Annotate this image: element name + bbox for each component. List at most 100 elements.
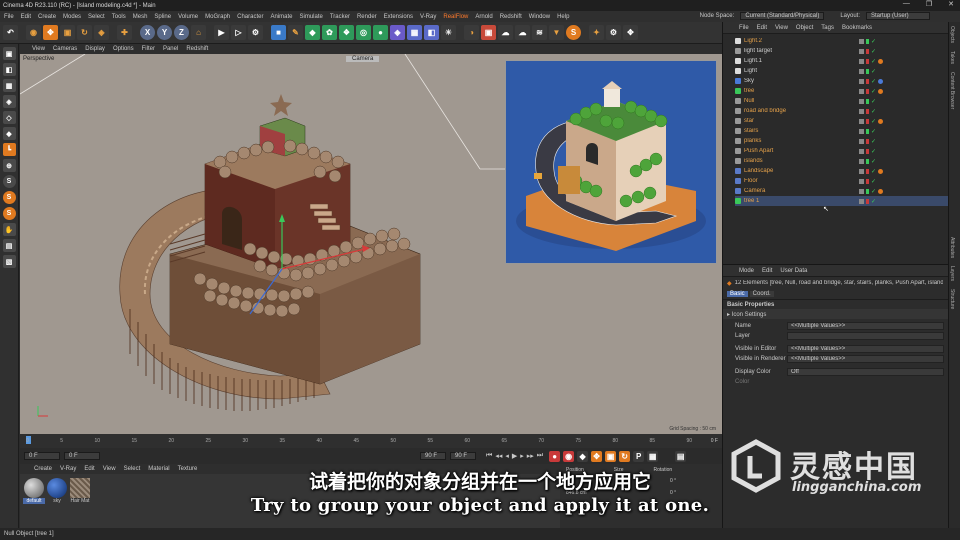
menu-vray[interactable]: V-Ray: [420, 14, 436, 20]
menu-window[interactable]: Window: [529, 14, 550, 20]
rotate-icon[interactable]: ↻: [77, 25, 92, 40]
play-icon[interactable]: ▶: [512, 452, 517, 460]
layer-toggle-icon[interactable]: [859, 58, 864, 64]
close-icon[interactable]: ✕: [948, 0, 954, 8]
object-name[interactable]: Light.2: [744, 38, 844, 44]
menu-select[interactable]: Select: [88, 14, 105, 20]
visibility-dots-icon[interactable]: [866, 188, 869, 194]
prev-frame-icon[interactable]: ◂: [505, 452, 509, 460]
object-row[interactable]: tree ✓: [735, 86, 948, 96]
object-name[interactable]: stairs: [744, 128, 844, 134]
om-menu-edit[interactable]: Edit: [757, 25, 767, 31]
menu-volume[interactable]: Volume: [178, 14, 198, 20]
vp-menu-view[interactable]: View: [32, 46, 45, 52]
menu-character[interactable]: Character: [237, 14, 263, 20]
visibility-dots-icon[interactable]: [866, 178, 869, 184]
world-icon[interactable]: ⌂: [191, 25, 206, 40]
axis-x-icon[interactable]: X: [140, 25, 155, 40]
mograph-icon[interactable]: ❖: [339, 25, 354, 40]
next-key-icon[interactable]: ▸▸: [527, 452, 534, 460]
display-color-dropdown[interactable]: Off: [787, 368, 944, 376]
snap-icon[interactable]: ⊕: [2, 159, 16, 172]
coordinate-icon[interactable]: ✚: [117, 25, 132, 40]
redshift-icon[interactable]: S: [566, 25, 581, 40]
visibility-dots-icon[interactable]: [866, 148, 869, 154]
om-menu-file[interactable]: File: [739, 25, 749, 31]
object-row[interactable]: Light.2 ✓: [735, 36, 948, 46]
current-frame-field[interactable]: 0 F: [24, 452, 60, 460]
timeline-layout-icon[interactable]: ▤: [675, 450, 687, 462]
object-name[interactable]: light target: [744, 48, 844, 54]
texture-mode-icon[interactable]: ▦: [2, 79, 16, 92]
layout-dropdown[interactable]: Startup (User): [866, 12, 930, 20]
enabled-check-icon[interactable]: ✓: [871, 168, 876, 175]
goto-start-icon[interactable]: ⏮: [486, 452, 492, 460]
preview-end-field[interactable]: 90 F: [450, 452, 476, 460]
visibility-dots-icon[interactable]: [866, 58, 869, 64]
layer-toggle-icon[interactable]: [859, 178, 864, 184]
object-row[interactable]: Landscape ✓: [735, 166, 948, 176]
sculpt-icon[interactable]: ✋: [2, 223, 16, 236]
layer-field[interactable]: [787, 332, 944, 340]
menu-mograph[interactable]: MoGraph: [205, 14, 230, 20]
vp-menu-options[interactable]: Options: [113, 46, 134, 52]
enabled-check-icon[interactable]: ✓: [871, 198, 876, 205]
cube-icon[interactable]: ■: [271, 25, 286, 40]
am-menu-mode[interactable]: Mode: [739, 268, 754, 274]
deformer-icon[interactable]: ◎: [356, 25, 371, 40]
s-tool-icon[interactable]: S: [2, 175, 16, 188]
layer-toggle-icon[interactable]: [859, 78, 864, 84]
enabled-check-icon[interactable]: ✓: [871, 148, 876, 155]
arnold-icon[interactable]: ▼: [549, 25, 564, 40]
layer-toggle-icon[interactable]: [859, 68, 864, 74]
realflow-icon[interactable]: ≋: [532, 25, 547, 40]
pen-icon[interactable]: ✎: [288, 25, 303, 40]
menu-animate[interactable]: Animate: [270, 14, 292, 20]
object-row[interactable]: Light.1 ✓: [735, 56, 948, 66]
visibility-dots-icon[interactable]: [866, 38, 869, 44]
enabled-check-icon[interactable]: ✓: [871, 58, 876, 65]
recent-icon[interactable]: ◈: [94, 25, 109, 40]
cloud-icon[interactable]: ☁: [498, 25, 513, 40]
object-name[interactable]: Floor: [744, 178, 844, 184]
layer-toggle-icon[interactable]: [859, 98, 864, 104]
om-menu-tags[interactable]: Tags: [821, 25, 834, 31]
visibility-dots-icon[interactable]: [866, 128, 869, 134]
visible-editor-dropdown[interactable]: <<Multiple Values>>: [787, 345, 944, 353]
visibility-dots-icon[interactable]: [866, 138, 869, 144]
enabled-check-icon[interactable]: ✓: [871, 178, 876, 185]
object-name[interactable]: Light.1: [744, 58, 844, 64]
move-icon[interactable]: ✥: [43, 25, 58, 40]
scale-icon[interactable]: ▣: [60, 25, 75, 40]
vp-menu-panel[interactable]: Panel: [163, 46, 178, 52]
layer-toggle-icon[interactable]: [859, 48, 864, 54]
enabled-check-icon[interactable]: ✓: [871, 108, 876, 115]
menu-extensions[interactable]: Extensions: [384, 14, 413, 20]
menu-tracker[interactable]: Tracker: [330, 14, 350, 20]
menu-simulate[interactable]: Simulate: [300, 14, 323, 20]
timeline[interactable]: 0 5 10 15 20 25 30 35 40 45 50 55 60 65 …: [20, 434, 722, 448]
visibility-dots-icon[interactable]: [866, 118, 869, 124]
prev-key-icon[interactable]: ◂◂: [495, 452, 502, 460]
enabled-check-icon[interactable]: ✓: [871, 78, 876, 85]
workplane-icon[interactable]: ▧: [2, 255, 16, 268]
menu-file[interactable]: File: [4, 14, 14, 20]
om-menu-view[interactable]: View: [775, 25, 788, 31]
object-name[interactable]: star: [744, 118, 844, 124]
object-name[interactable]: Light: [744, 68, 844, 74]
side-tab-layers[interactable]: Layers: [949, 262, 955, 285]
object-row[interactable]: Camera ✓: [735, 186, 948, 196]
am-menu-userdata[interactable]: User Data: [780, 268, 807, 274]
visibility-dots-icon[interactable]: [866, 88, 869, 94]
axis-y-icon[interactable]: Y: [157, 25, 172, 40]
field-icon[interactable]: ●: [373, 25, 388, 40]
menu-mesh[interactable]: Mesh: [133, 14, 148, 20]
render-icon[interactable]: ▷: [231, 25, 246, 40]
grid-icon[interactable]: ▤: [2, 239, 16, 252]
visibility-dots-icon[interactable]: [866, 98, 869, 104]
subdivision-icon[interactable]: ◆: [305, 25, 320, 40]
key-param-icon[interactable]: P: [633, 450, 645, 462]
layer-toggle-icon[interactable]: [859, 148, 864, 154]
cloud-upload-icon[interactable]: ☁: [515, 25, 530, 40]
menu-help[interactable]: Help: [557, 14, 569, 20]
